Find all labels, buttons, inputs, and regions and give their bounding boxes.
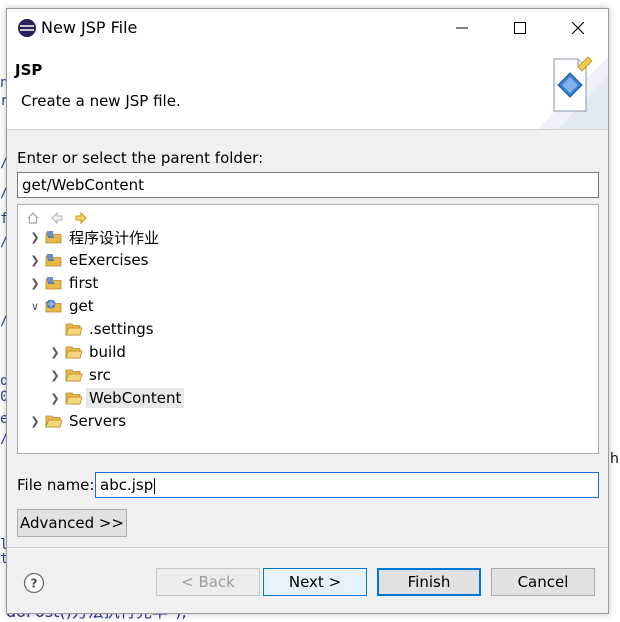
maximize-icon xyxy=(514,22,526,34)
project-folder-icon xyxy=(44,252,64,268)
folder-icon xyxy=(44,413,64,429)
chevron-right-icon[interactable]: ❯ xyxy=(28,272,42,294)
tree-item-label: WebContent xyxy=(86,388,185,408)
jsp-wizard-icon xyxy=(538,56,608,129)
folder-tree[interactable]: ❯ 程序设计作业 ❯ eExercises ❯ first ∨ get .set… xyxy=(17,204,599,454)
chevron-right-icon[interactable]: ❯ xyxy=(28,410,42,432)
tree-item[interactable]: ❯ first xyxy=(28,272,101,294)
chevron-right-icon[interactable]: ❯ xyxy=(28,226,42,248)
tree-item[interactable]: ❯ build xyxy=(48,341,129,363)
minimize-button[interactable] xyxy=(434,9,490,47)
close-icon xyxy=(572,22,584,34)
web-project-icon xyxy=(44,298,64,314)
tree-item[interactable]: ∨ get xyxy=(28,295,97,317)
folder-icon xyxy=(64,367,84,383)
close-button[interactable] xyxy=(550,9,606,47)
chevron-right-icon[interactable]: ❯ xyxy=(48,341,62,363)
chevron-right-icon[interactable]: ❯ xyxy=(28,249,42,271)
parent-folder-input[interactable]: get/WebContent xyxy=(17,172,599,198)
editor-fragment: h xyxy=(610,451,619,467)
folder-icon xyxy=(64,344,84,360)
file-name-label: File name: xyxy=(17,476,95,494)
minimize-icon xyxy=(456,27,468,29)
home-icon xyxy=(27,212,39,224)
file-name-input[interactable]: abc.jsp xyxy=(95,472,599,498)
folder-icon xyxy=(64,321,84,337)
tree-item-label: first xyxy=(69,274,99,292)
tree-item-label: src xyxy=(89,366,111,384)
tree-item-label: get xyxy=(69,297,94,315)
tree-item[interactable]: ❯ Servers xyxy=(28,410,129,432)
wizard-banner: JSP Create a new JSP file. xyxy=(7,47,608,130)
parent-folder-label: Enter or select the parent folder: xyxy=(17,149,264,167)
chevron-right-icon[interactable]: ❯ xyxy=(48,387,62,409)
finish-button[interactable]: Finish xyxy=(377,568,481,596)
eclipse-icon xyxy=(18,19,36,37)
tree-item-label: .settings xyxy=(89,320,154,338)
arrow-right-icon xyxy=(75,211,87,225)
forward-nav-button[interactable] xyxy=(72,209,90,227)
project-folder-icon xyxy=(44,229,64,245)
svg-text:?: ? xyxy=(31,577,38,591)
advanced-button[interactable]: Advanced >> xyxy=(17,509,127,537)
tree-item-label: 程序设计作业 xyxy=(69,228,160,247)
window-title: New JSP File xyxy=(41,18,138,37)
tree-toolbar xyxy=(24,209,90,227)
wizard-heading: JSP xyxy=(15,61,43,79)
back-nav-button[interactable] xyxy=(48,209,66,227)
project-folder-icon xyxy=(44,275,64,291)
arrow-left-icon xyxy=(51,211,63,225)
title-bar: New JSP File xyxy=(7,9,608,47)
chevron-right-icon[interactable]: ❯ xyxy=(48,364,62,386)
tree-item[interactable]: ❯ eExercises xyxy=(28,249,151,271)
tree-item[interactable]: ❯ src xyxy=(48,364,114,386)
home-button[interactable] xyxy=(24,209,42,227)
new-jsp-file-dialog: New JSP File JSP Create a new JSP file. … xyxy=(6,8,609,614)
next-button[interactable]: Next > xyxy=(263,568,367,596)
help-icon[interactable]: ? xyxy=(23,572,45,594)
tree-item[interactable]: ❯ 程序设计作业 xyxy=(28,226,162,248)
separator xyxy=(7,547,608,548)
text-caret xyxy=(154,477,156,494)
back-button[interactable]: < Back xyxy=(156,568,260,596)
maximize-button[interactable] xyxy=(492,9,548,47)
tree-item-label: build xyxy=(89,343,126,361)
folder-icon xyxy=(64,390,84,406)
chevron-down-icon[interactable]: ∨ xyxy=(28,295,42,317)
tree-item-label: Servers xyxy=(69,412,127,430)
tree-item-selected[interactable]: ❯ WebContent xyxy=(48,387,185,409)
tree-item-label: eExercises xyxy=(69,251,149,269)
wizard-description: Create a new JSP file. xyxy=(21,92,181,110)
cancel-button[interactable]: Cancel xyxy=(491,568,595,596)
tree-item[interactable]: .settings xyxy=(48,318,157,340)
